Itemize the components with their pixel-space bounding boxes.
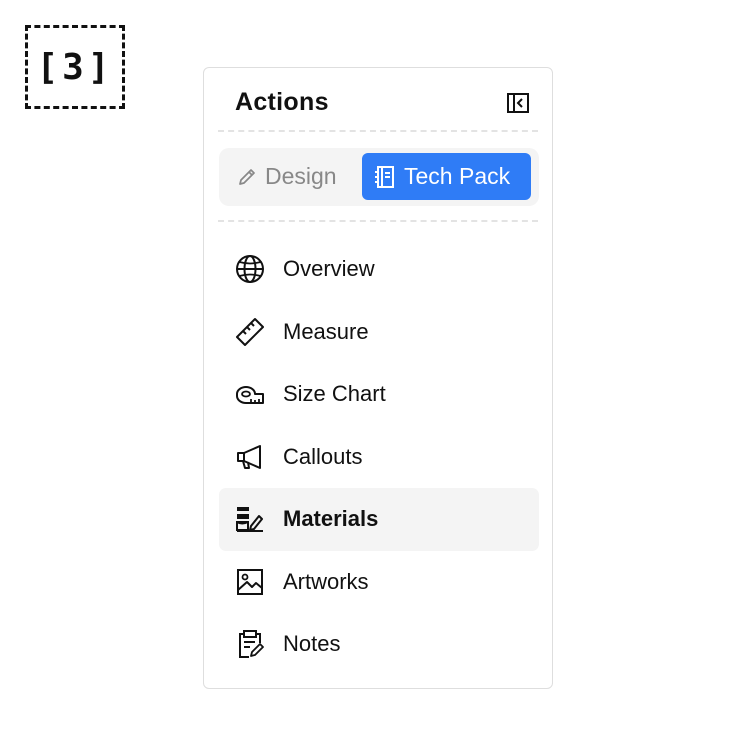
divider [218, 220, 538, 222]
sidebar-collapse-button[interactable] [507, 93, 529, 113]
menu-item-label: Measure [283, 318, 369, 344]
menu-item-label: Size Chart [283, 381, 386, 407]
menu-item-overview[interactable]: Overview [219, 238, 539, 301]
mode-techpack-label: Tech Pack [404, 163, 511, 189]
menu-item-size-chart[interactable]: Size Chart [219, 363, 539, 426]
actions-panel: Actions Design Tech Pack Overview Measur… [203, 67, 553, 689]
menu-item-notes[interactable]: Notes [219, 613, 539, 676]
measuring-tape-icon [236, 386, 264, 405]
mode-design-button[interactable]: Design [237, 153, 337, 200]
divider [218, 130, 538, 132]
megaphone-icon [237, 444, 261, 469]
actions-menu: Overview Measure Size Chart Callouts Mat… [219, 238, 539, 676]
menu-item-callouts[interactable]: Callouts [219, 426, 539, 489]
mode-toggle: Design Tech Pack [219, 148, 539, 206]
globe-icon [236, 255, 264, 284]
ruler-icon [236, 317, 264, 346]
panel-header: Actions [204, 68, 552, 132]
pencil-icon [239, 168, 255, 185]
menu-item-label: Materials [283, 506, 379, 532]
mode-techpack-button[interactable]: Tech Pack [362, 153, 531, 200]
step-badge: [3] [25, 25, 125, 109]
menu-item-label: Overview [283, 256, 375, 282]
image-icon [237, 568, 263, 595]
panel-title: Actions [235, 88, 329, 116]
notebook-icon [375, 165, 394, 188]
menu-item-materials[interactable]: Materials [219, 488, 539, 551]
menu-item-artworks[interactable]: Artworks [219, 551, 539, 614]
materials-icon [236, 507, 263, 533]
menu-item-label: Artworks [283, 568, 369, 594]
menu-item-label: Notes [283, 631, 341, 657]
mode-design-label: Design [265, 163, 337, 189]
menu-item-measure[interactable]: Measure [219, 301, 539, 364]
menu-item-label: Callouts [283, 443, 363, 469]
clipboard-edit-icon [239, 630, 264, 659]
sidebar-collapse-icon [507, 93, 529, 113]
